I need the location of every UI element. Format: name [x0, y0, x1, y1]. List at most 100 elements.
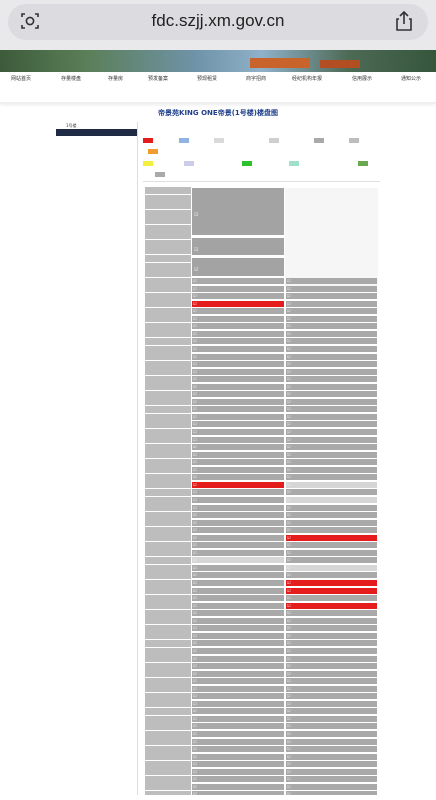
nav-item-4[interactable]: 预现租赁	[197, 76, 233, 83]
unit-cell-b[interactable]: ☑	[192, 466, 284, 473]
unit-cell-c[interactable]: ☑	[286, 391, 377, 398]
nav-item-1[interactable]: 存量楼盘	[61, 76, 97, 83]
unit-cell-c[interactable]: ☑	[286, 564, 377, 571]
unit-cell-b[interactable]: ☑	[192, 504, 284, 511]
unit-cell-c[interactable]: ☑	[286, 776, 377, 783]
unit-cell-c[interactable]: ☑	[286, 459, 377, 466]
unit-cell-b[interactable]: ☑	[192, 368, 284, 375]
unit-cell-b[interactable]: ☑	[192, 278, 284, 284]
unit-cell-b[interactable]: ☑	[192, 655, 284, 662]
unit-cell-c[interactable]: ☑	[286, 761, 377, 768]
unit-cell-b[interactable]: ☑	[192, 406, 284, 413]
merged-unit-c[interactable]: ☑	[192, 258, 284, 276]
unit-cell-b[interactable]: ☑	[192, 610, 284, 617]
unit-cell-b[interactable]: ☑	[192, 723, 284, 730]
unit-cell-b[interactable]: ☑	[192, 625, 284, 632]
nav-item-0[interactable]: 网站首页	[11, 76, 47, 83]
unit-cell-c[interactable]: ☑	[286, 436, 377, 443]
unit-cell-c[interactable]: ☑	[286, 580, 377, 586]
unit-cell-c[interactable]: ☑	[286, 345, 377, 352]
unit-cell-b[interactable]: ☑	[192, 738, 284, 745]
unit-cell-b[interactable]: ☑	[192, 429, 284, 435]
unit-cell-c[interactable]: ☑	[286, 481, 377, 488]
unit-cell-c[interactable]: ☑	[286, 670, 377, 677]
nav-item-3[interactable]: 预发备案	[148, 76, 184, 83]
unit-cell-b[interactable]: ☑	[192, 640, 284, 647]
unit-cell-c[interactable]: ☑	[286, 285, 377, 292]
unit-cell-b[interactable]: ☑	[192, 632, 284, 639]
unit-cell-b[interactable]: ☑	[192, 398, 284, 405]
unit-cell-c[interactable]: ☑	[286, 413, 377, 420]
unit-cell-c[interactable]: ☑	[286, 451, 377, 458]
unit-cell-c[interactable]: ☑	[286, 278, 377, 284]
unit-cell-c[interactable]: ☑	[286, 632, 377, 639]
unit-cell-c[interactable]: ☑	[286, 315, 377, 322]
unit-cell-c[interactable]: ☑	[286, 383, 377, 390]
unit-cell-c[interactable]: ☑	[286, 549, 377, 556]
unit-cell-c[interactable]: ☑	[286, 753, 377, 760]
unit-cell-c[interactable]: ☑	[286, 406, 377, 413]
nav-item-8[interactable]: 通知公示	[401, 76, 436, 83]
unit-cell-b[interactable]: ☑	[192, 557, 284, 564]
unit-cell-b[interactable]: ☑	[192, 678, 284, 685]
unit-cell-c[interactable]: ☑	[286, 746, 377, 753]
unit-cell-b[interactable]: ☑	[192, 383, 284, 390]
nav-item-6[interactable]: 经纪机构年报	[292, 76, 328, 83]
unit-cell-c[interactable]: ☑	[286, 534, 377, 541]
unit-cell-c[interactable]: ☑	[286, 602, 377, 609]
tree-root-building-1[interactable]: 1号楼	[56, 122, 138, 129]
unit-cell-c[interactable]: ☑	[286, 708, 377, 715]
unit-cell-c[interactable]: ☑	[286, 474, 377, 481]
share-icon[interactable]	[394, 10, 414, 32]
unit-cell-b[interactable]: ☑	[192, 549, 284, 556]
unit-cell-b[interactable]: ☑	[192, 391, 284, 398]
unit-cell-b[interactable]: ☑	[192, 361, 284, 368]
unit-cell-b[interactable]: ☑	[192, 647, 284, 654]
unit-cell-b[interactable]: ☑	[192, 542, 284, 549]
unit-cell-c[interactable]: ☑	[286, 783, 377, 790]
unit-cell-c[interactable]: ☑	[286, 361, 377, 368]
unit-cell-c[interactable]: ☑	[286, 308, 377, 315]
unit-cell-c[interactable]: ☑	[286, 655, 377, 662]
url-text[interactable]: fdc.szjj.xm.gov.cn	[0, 11, 436, 31]
unit-cell-b[interactable]: ☑	[192, 512, 284, 519]
unit-cell-c[interactable]: ☑	[286, 330, 377, 337]
unit-cell-c[interactable]: ☑	[286, 663, 377, 670]
unit-cell-b[interactable]: ☑	[192, 353, 284, 360]
unit-cell-b[interactable]: ☑	[192, 564, 284, 571]
unit-cell-c[interactable]: ☑	[286, 421, 377, 428]
unit-cell-c[interactable]: ☑	[286, 625, 377, 632]
unit-cell-b[interactable]: ☑	[192, 731, 284, 737]
unit-cell-b[interactable]: ☑	[192, 527, 284, 534]
unit-cell-b[interactable]: ☑	[192, 587, 284, 594]
unit-cell-b[interactable]: ☑	[192, 572, 284, 579]
unit-cell-b[interactable]: ☑	[192, 700, 284, 707]
unit-cell-c[interactable]: ☑	[286, 557, 377, 564]
unit-cell-c[interactable]: ☑	[286, 572, 377, 579]
unit-cell-c[interactable]: ☑	[286, 587, 377, 594]
unit-cell-b[interactable]: ☑	[192, 580, 284, 586]
unit-cell-b[interactable]: ☑	[192, 315, 284, 322]
unit-cell-c[interactable]: ☑	[286, 376, 377, 383]
tree-item[interactable]	[56, 136, 138, 143]
unit-cell-c[interactable]: ☑	[286, 323, 377, 330]
unit-cell-b[interactable]: ☑	[192, 345, 284, 352]
unit-cell-b[interactable]: ☑	[192, 663, 284, 670]
unit-cell-b[interactable]: ☑	[192, 715, 284, 722]
tree-item-selected[interactable]	[56, 129, 138, 136]
unit-cell-c[interactable]: ☑	[286, 640, 377, 647]
unit-cell-c[interactable]: ☑	[286, 738, 377, 745]
nav-item-2[interactable]: 存量房	[108, 76, 144, 83]
unit-cell-b[interactable]: ☑	[192, 776, 284, 783]
unit-cell-b[interactable]: ☑	[192, 413, 284, 420]
unit-cell-b[interactable]: ☑	[192, 595, 284, 602]
unit-cell-c[interactable]: ☑	[286, 512, 377, 519]
unit-cell-c[interactable]: ☑	[286, 398, 377, 405]
unit-cell-c[interactable]: ☑	[286, 715, 377, 722]
unit-cell-b[interactable]: ☑	[192, 753, 284, 760]
unit-cell-b[interactable]: ☑	[192, 376, 284, 383]
unit-cell-c[interactable]: ☑	[286, 610, 377, 617]
unit-cell-b[interactable]: ☑	[192, 708, 284, 715]
unit-cell-c[interactable]: ☑	[286, 731, 377, 737]
merged-unit-b[interactable]: ☑	[192, 238, 284, 255]
